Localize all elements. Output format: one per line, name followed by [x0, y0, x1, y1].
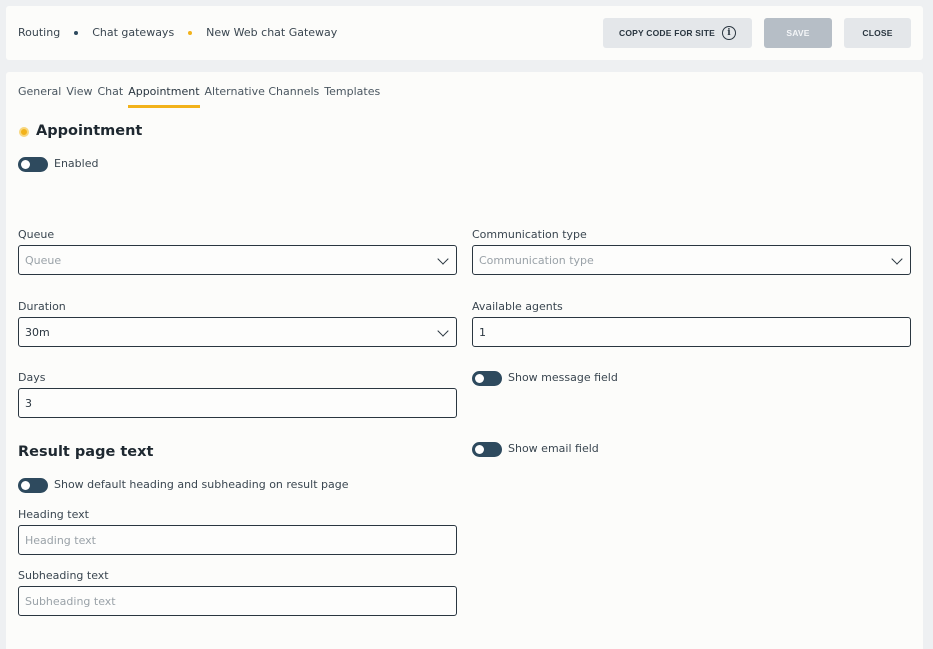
subheading-text-label: Subheading text — [18, 569, 109, 582]
queue-label: Queue — [18, 228, 55, 241]
default-heading-toggle[interactable] — [18, 478, 48, 493]
heading-text-placeholder: Heading text — [25, 533, 96, 547]
subheading-text-input[interactable]: Subheading text — [18, 586, 457, 616]
save-button[interactable]: SAVE — [764, 18, 832, 48]
close-button[interactable]: CLOSE — [844, 18, 911, 48]
show-message-label: Show message field — [508, 371, 618, 384]
heading-text-input[interactable]: Heading text — [18, 525, 457, 555]
copy-code-label: COPY CODE FOR SITE — [618, 28, 715, 38]
days-input[interactable]: 3 — [18, 388, 457, 418]
breadcrumb-chat-gateways[interactable]: Chat gateways — [92, 26, 174, 39]
tab-alternative-channels[interactable]: Alternative Channels — [205, 85, 320, 108]
queue-placeholder: Queue — [25, 253, 62, 267]
section-title-result-page: Result page text — [18, 444, 154, 460]
show-email-toggle[interactable] — [472, 442, 502, 457]
heading-text-label: Heading text — [18, 508, 89, 521]
communication-type-select[interactable]: Communication type — [472, 245, 911, 275]
available-agents-value: 1 — [479, 325, 486, 339]
top-bar: Routing Chat gateways New Web chat Gatew… — [6, 6, 923, 60]
appointment-icon — [19, 127, 29, 137]
tab-templates[interactable]: Templates — [324, 85, 380, 108]
subheading-text-placeholder: Subheading text — [25, 594, 116, 608]
available-agents-input[interactable]: 1 — [472, 317, 911, 347]
communication-type-placeholder: Communication type — [479, 253, 594, 267]
breadcrumb-separator-dot — [74, 30, 79, 35]
duration-select[interactable]: 30m — [18, 317, 457, 347]
days-value: 3 — [25, 396, 32, 410]
queue-select[interactable]: Queue — [18, 245, 457, 275]
enabled-toggle[interactable] — [18, 157, 48, 172]
communication-type-label: Communication type — [472, 228, 587, 241]
chevron-down-icon — [437, 325, 449, 337]
duration-value: 30m — [25, 325, 50, 339]
breadcrumb-current-page: New Web chat Gateway — [206, 26, 338, 39]
section-title-appointment: Appointment — [36, 123, 143, 139]
copy-code-button[interactable]: COPY CODE FOR SITE i — [603, 18, 752, 48]
chevron-down-icon — [891, 253, 903, 265]
tab-bar: General View Chat Appointment Alternativ… — [18, 85, 385, 108]
main-panel: General View Chat Appointment Alternativ… — [6, 72, 923, 649]
default-heading-label: Show default heading and subheading on r… — [54, 478, 349, 491]
available-agents-label: Available agents — [472, 300, 563, 313]
duration-label: Duration — [18, 300, 66, 313]
days-label: Days — [18, 371, 46, 384]
info-icon[interactable]: i — [722, 26, 736, 40]
tab-chat[interactable]: Chat — [97, 85, 123, 108]
show-message-toggle[interactable] — [472, 371, 502, 386]
breadcrumb: Routing Chat gateways New Web chat Gatew… — [18, 26, 337, 39]
enabled-label: Enabled — [54, 157, 99, 170]
tab-appointment[interactable]: Appointment — [128, 85, 200, 108]
chevron-down-icon — [437, 253, 449, 265]
tab-view[interactable]: View — [66, 85, 92, 108]
tab-general[interactable]: General — [18, 85, 61, 108]
show-email-label: Show email field — [508, 442, 599, 455]
breadcrumb-separator-dot — [188, 30, 193, 35]
breadcrumb-routing[interactable]: Routing — [18, 26, 60, 39]
